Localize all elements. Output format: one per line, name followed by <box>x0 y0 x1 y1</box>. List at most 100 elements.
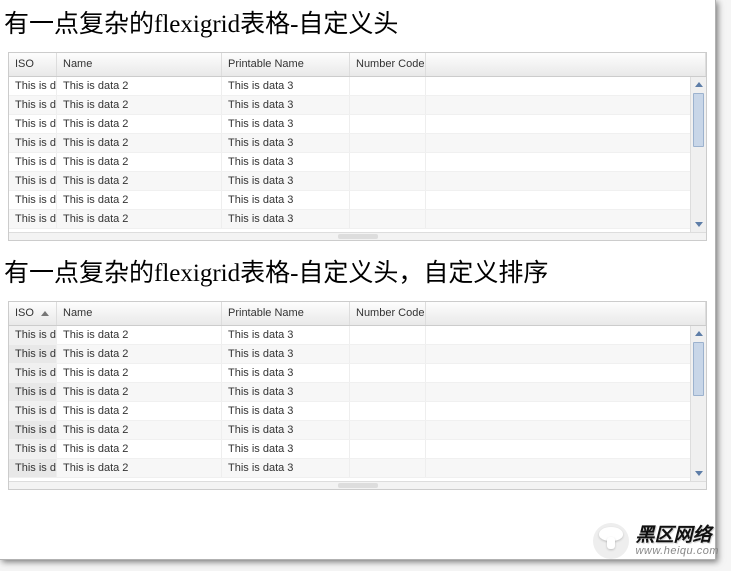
table-cell: This is data 2 <box>57 459 222 477</box>
table-row[interactable]: This is daThis is data 2This is data 3 <box>9 134 706 153</box>
scroll-thumb[interactable] <box>693 342 704 396</box>
table-row[interactable]: This is daThis is data 2This is data 3 <box>9 459 706 478</box>
table-row[interactable]: This is daThis is data 2This is data 3 <box>9 383 706 402</box>
table-cell: This is da <box>9 172 57 190</box>
table-cell: This is da <box>9 364 57 382</box>
scroll-up-icon[interactable] <box>695 331 703 336</box>
table-cell: This is data 2 <box>57 326 222 344</box>
table-cell <box>426 77 706 95</box>
col-name[interactable]: Name <box>57 53 222 76</box>
table-cell: This is data 3 <box>222 134 350 152</box>
table-row[interactable]: This is daThis is data 2This is data 3 <box>9 153 706 172</box>
sort-asc-icon <box>41 311 49 316</box>
table-row[interactable]: This is daThis is data 2This is data 3 <box>9 210 706 229</box>
grid2-header: ISO Name Printable Name Number Code <box>9 302 706 326</box>
grid1-title: 有一点复杂的flexigrid表格-自定义头 <box>0 0 715 52</box>
table-cell: This is data 3 <box>222 402 350 420</box>
col-printable[interactable]: Printable Name <box>222 302 350 325</box>
table-cell <box>426 210 706 228</box>
table-cell <box>350 210 426 228</box>
scroll-down-icon[interactable] <box>695 222 703 227</box>
table-cell <box>426 383 706 401</box>
table-cell: This is data 2 <box>57 134 222 152</box>
table-cell: This is da <box>9 402 57 420</box>
table-row[interactable]: This is daThis is data 2This is data 3 <box>9 345 706 364</box>
table-cell <box>350 440 426 458</box>
table-cell: This is da <box>9 77 57 95</box>
table-row[interactable]: This is daThis is data 2This is data 3 <box>9 421 706 440</box>
table-cell: This is data 3 <box>222 459 350 477</box>
table-cell: This is da <box>9 459 57 477</box>
table-cell: This is data 3 <box>222 153 350 171</box>
hscroll-thumb[interactable] <box>338 483 378 488</box>
table-cell: This is data 2 <box>57 77 222 95</box>
table-cell: This is data 3 <box>222 364 350 382</box>
table-cell: This is data 3 <box>222 345 350 363</box>
table-cell <box>426 172 706 190</box>
col-iso[interactable]: ISO <box>9 53 57 76</box>
table-cell: This is da <box>9 326 57 344</box>
table-cell <box>350 115 426 133</box>
table-cell <box>350 96 426 114</box>
col-printable[interactable]: Printable Name <box>222 53 350 76</box>
table-cell <box>426 345 706 363</box>
table-cell <box>426 191 706 209</box>
table-cell: This is da <box>9 383 57 401</box>
table-row[interactable]: This is daThis is data 2This is data 3 <box>9 326 706 345</box>
table-cell: This is da <box>9 345 57 363</box>
table-row[interactable]: This is daThis is data 2This is data 3 <box>9 172 706 191</box>
table-cell <box>350 383 426 401</box>
table-cell: This is da <box>9 421 57 439</box>
horizontal-scrollbar[interactable] <box>9 232 706 240</box>
table-cell <box>426 326 706 344</box>
table-cell <box>426 459 706 477</box>
scroll-down-icon[interactable] <box>695 471 703 476</box>
table-cell: This is data 2 <box>57 440 222 458</box>
vertical-scrollbar[interactable] <box>690 326 706 481</box>
table-row[interactable]: This is daThis is data 2This is data 3 <box>9 440 706 459</box>
table-cell: This is da <box>9 440 57 458</box>
scroll-thumb[interactable] <box>693 93 704 147</box>
table-cell: This is data 3 <box>222 115 350 133</box>
table-row[interactable]: This is daThis is data 2This is data 3 <box>9 364 706 383</box>
table-cell: This is data 2 <box>57 421 222 439</box>
table-cell: This is data 3 <box>222 326 350 344</box>
flexigrid-2: ISO Name Printable Name Number Code This… <box>8 301 707 490</box>
table-row[interactable]: This is daThis is data 2This is data 3 <box>9 96 706 115</box>
col-number-code[interactable]: Number Code <box>350 53 426 76</box>
table-cell <box>426 421 706 439</box>
table-row[interactable]: This is daThis is data 2This is data 3 <box>9 191 706 210</box>
table-cell <box>426 402 706 420</box>
grid2-title: 有一点复杂的flexigrid表格-自定义头，自定义排序 <box>0 249 715 301</box>
table-cell <box>426 440 706 458</box>
table-cell <box>350 77 426 95</box>
table-cell: This is data 2 <box>57 191 222 209</box>
table-row[interactable]: This is daThis is data 2This is data 3 <box>9 77 706 96</box>
flexigrid-1: ISO Name Printable Name Number Code This… <box>8 52 707 241</box>
table-cell: This is data 3 <box>222 77 350 95</box>
horizontal-scrollbar[interactable] <box>9 481 706 489</box>
table-cell <box>350 326 426 344</box>
table-row[interactable]: This is daThis is data 2This is data 3 <box>9 402 706 421</box>
table-cell <box>426 96 706 114</box>
table-cell <box>350 191 426 209</box>
col-name[interactable]: Name <box>57 302 222 325</box>
table-cell: This is data 2 <box>57 345 222 363</box>
table-cell <box>350 421 426 439</box>
col-number-code[interactable]: Number Code <box>350 302 426 325</box>
table-cell: This is data 3 <box>222 383 350 401</box>
vertical-scrollbar[interactable] <box>690 77 706 232</box>
table-cell: This is data 3 <box>222 210 350 228</box>
table-cell <box>426 134 706 152</box>
col-iso-sorted[interactable]: ISO <box>9 302 57 325</box>
col-blank <box>426 53 706 76</box>
hscroll-thumb[interactable] <box>338 234 378 239</box>
grid2-body: This is daThis is data 2This is data 3Th… <box>9 326 706 481</box>
table-cell: This is da <box>9 115 57 133</box>
scroll-up-icon[interactable] <box>695 82 703 87</box>
table-cell <box>350 153 426 171</box>
table-cell: This is data 3 <box>222 191 350 209</box>
table-row[interactable]: This is daThis is data 2This is data 3 <box>9 115 706 134</box>
table-cell: This is data 2 <box>57 96 222 114</box>
table-cell: This is da <box>9 191 57 209</box>
